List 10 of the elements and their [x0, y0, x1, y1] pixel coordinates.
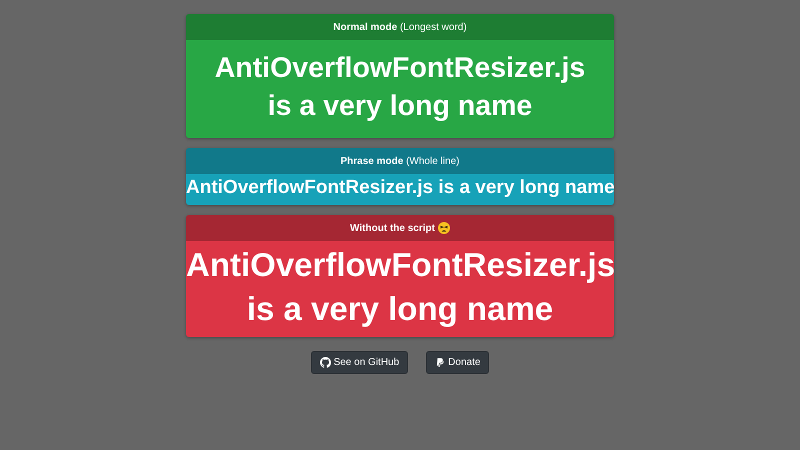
card-title: Normal mode (Longest word)	[333, 22, 467, 32]
card-text: AntiOverflowFontResizer.js is a very long name	[214, 51, 586, 124]
card-text: AntiOverflowFontResizer.js is a very long name	[186, 176, 614, 200]
card-title: Phrase mode (Whole line)	[340, 156, 460, 166]
card-text: AntiOverflowFontResizer.js is a very long name	[186, 245, 614, 329]
card-title: Without the script	[350, 222, 435, 234]
paypal-icon	[435, 357, 446, 368]
donate-button[interactable]: Donate	[426, 351, 490, 374]
github-button[interactable]: See on GitHub	[310, 351, 408, 374]
octocat-icon	[320, 357, 331, 368]
